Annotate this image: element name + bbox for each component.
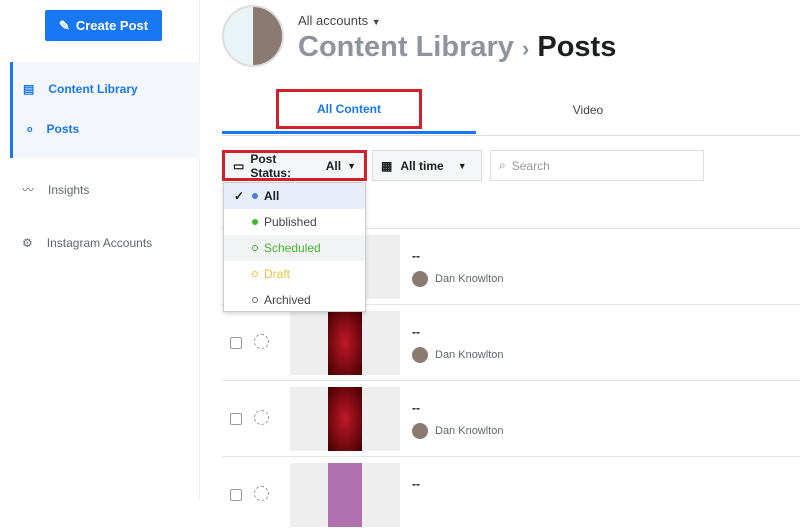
search-input[interactable]: ⌕ Search <box>490 150 704 181</box>
post-row[interactable]: -- Dan Knowlton <box>222 380 800 456</box>
page-title: Content Library › Posts <box>298 31 617 63</box>
tab-bar: All Content Video <box>222 86 800 136</box>
search-icon: ⌕ <box>499 158 506 172</box>
account-selector[interactable]: All accounts ▼ <box>298 13 381 28</box>
thumbnail-image <box>328 311 362 375</box>
status-icon: ▭ <box>233 158 245 173</box>
calendar-icon: ▦ <box>381 158 393 173</box>
sidebar-item-insights[interactable]: 〰 Insights <box>22 181 89 198</box>
post-author: Dan Knowlton <box>412 423 504 439</box>
post-thumbnail <box>290 311 400 375</box>
menu-item-draft[interactable]: Draft <box>224 261 365 287</box>
nav-group-content-library: ▤ Content Library o Posts <box>10 62 200 158</box>
status-dot <box>252 271 258 277</box>
row-checkbox[interactable] <box>230 489 242 501</box>
caret-down-icon: ▼ <box>347 160 356 171</box>
edit-icon: ✎ <box>58 17 70 33</box>
author-avatar <box>412 423 428 439</box>
post-thumbnail <box>290 463 400 527</box>
menu-item-archived[interactable]: Archived <box>224 287 365 313</box>
circle-icon: o <box>27 124 33 134</box>
post-row[interactable]: -- <box>222 456 800 532</box>
account-settings-icon: ⚙ <box>22 236 33 250</box>
status-dot <box>252 245 258 251</box>
author-avatar <box>412 347 428 363</box>
clock-icon <box>254 410 269 425</box>
post-author: Dan Knowlton <box>412 271 504 287</box>
thumbnail-image <box>328 387 362 451</box>
check-icon: ✓ <box>234 189 245 203</box>
post-title: -- <box>412 249 420 263</box>
status-dot <box>252 219 258 225</box>
sidebar: ✎ Create Post ▤ Content Library o Posts 〰 In… <box>0 0 200 500</box>
menu-item-scheduled[interactable]: Scheduled <box>224 235 365 261</box>
tab-video[interactable]: Video <box>476 86 700 134</box>
account-avatar[interactable] <box>222 5 284 67</box>
row-checkbox[interactable] <box>230 337 242 349</box>
menu-item-published[interactable]: Published <box>224 209 365 235</box>
thumbnail-image <box>328 463 362 527</box>
menu-item-all[interactable]: ✓ All <box>224 183 365 209</box>
clock-icon <box>254 486 269 501</box>
time-filter[interactable]: ▦ All time ▼ <box>372 150 482 181</box>
clock-icon <box>254 334 269 349</box>
status-dot <box>252 193 258 199</box>
sidebar-item-posts[interactable]: o Posts <box>27 122 79 136</box>
post-title: -- <box>412 477 420 491</box>
library-icon: ▤ <box>23 82 35 96</box>
sidebar-item-content-library[interactable]: ▤ Content Library <box>23 82 138 96</box>
author-avatar <box>412 271 428 287</box>
caret-down-icon: ▼ <box>371 17 381 27</box>
post-author: Dan Knowlton <box>412 347 504 363</box>
row-checkbox[interactable] <box>230 413 242 425</box>
caret-down-icon: ▼ <box>457 160 467 171</box>
sidebar-item-instagram-accounts[interactable]: ⚙ Instagram Accounts <box>22 236 152 250</box>
tab-all-content[interactable]: All Content <box>222 86 476 134</box>
post-status-menu: ✓ All Published Scheduled Draft Archived <box>223 182 366 312</box>
post-status-filter[interactable]: ▭ Post Status: All ▼ <box>222 150 367 181</box>
post-title: -- <box>412 401 420 415</box>
create-post-button[interactable]: ✎ Create Post <box>45 10 162 41</box>
post-thumbnail <box>290 387 400 451</box>
status-dot <box>252 297 258 303</box>
insights-icon: 〰 <box>22 183 35 197</box>
post-title: -- <box>412 325 420 339</box>
post-row[interactable]: -- Dan Knowlton <box>222 304 800 380</box>
